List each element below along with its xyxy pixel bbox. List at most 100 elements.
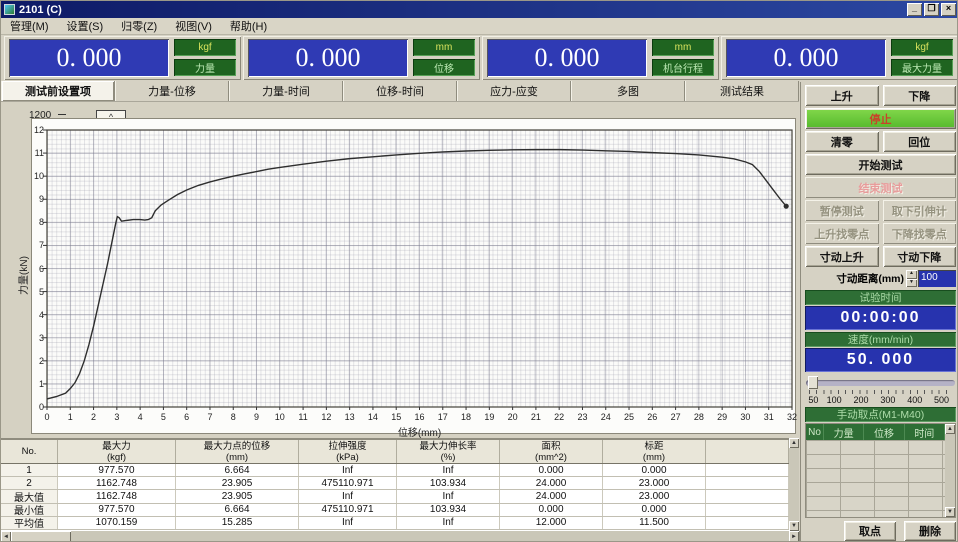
start-test-button[interactable]: 开始测试	[805, 154, 956, 175]
scroll-down-icon[interactable]: ▼	[789, 521, 799, 531]
y-tick-label: 5	[30, 287, 44, 297]
y-tick-label: 2	[30, 356, 44, 366]
y-tick-label: 1	[30, 379, 44, 389]
close-icon[interactable]: ×	[941, 3, 956, 16]
results-cell-blank	[706, 517, 789, 529]
x-tick-label: 25	[619, 412, 639, 422]
restore-icon[interactable]: ❐	[924, 3, 939, 16]
tab-6[interactable]: 测试结果	[685, 81, 799, 101]
x-tick-label: 4	[130, 412, 150, 422]
display-group-1: 0. 000mm位移	[243, 36, 480, 80]
results-cell: 475110.971	[299, 477, 397, 489]
return-button[interactable]: 回位	[883, 131, 957, 152]
stop-button[interactable]: 停止	[805, 108, 956, 129]
chart-x-axis-title: 位移(mm)	[380, 424, 460, 439]
x-tick-label: 21	[526, 412, 546, 422]
speed-slider-thumb[interactable]	[808, 376, 818, 389]
results-header-cell-3: 拉伸强度(kPa)	[299, 440, 397, 463]
delete-point-button[interactable]: 删除	[904, 521, 956, 541]
hscroll-thumb[interactable]	[11, 531, 71, 542]
results-cell: 15.285	[176, 517, 299, 529]
table-row: 最小值977.5706.664475110.971103.9340.0000.0…	[1, 504, 789, 517]
down-button[interactable]: 下降	[883, 85, 957, 106]
results-cell: Inf	[397, 490, 500, 502]
speed-slider-scale: 50100200300400500	[806, 394, 955, 405]
scrollbar-corner	[799, 531, 800, 542]
menu-item-4[interactable]: 帮助(H)	[221, 17, 276, 35]
scroll-right-icon[interactable]: ►	[789, 531, 799, 542]
results-column-title: 最大力伸长率	[419, 441, 476, 452]
results-column-unit: (kgf)	[107, 452, 126, 463]
display-unit-badge: kgf	[891, 39, 953, 56]
results-cell: Inf	[397, 517, 500, 529]
tab-1[interactable]: 力量-位移	[115, 81, 229, 101]
up-find-zero-button[interactable]: 上升找零点	[805, 223, 879, 244]
y-tick-label: 7	[30, 240, 44, 250]
up-button[interactable]: 上升	[805, 85, 879, 106]
tab-0[interactable]: 测试前设置项	[1, 81, 115, 101]
jog-distance-field[interactable]: 100	[918, 270, 956, 287]
end-test-button[interactable]: 结束测试	[805, 177, 956, 198]
results-header-cell-0: No.	[1, 440, 58, 463]
results-cell: 最大值	[1, 490, 58, 502]
scroll-up-icon[interactable]: ▲	[945, 424, 955, 434]
y-tick-label: 11	[30, 148, 44, 158]
x-tick-label: 14	[363, 412, 383, 422]
display-unit-badge: kgf	[174, 39, 236, 56]
manual-points-table-body[interactable]	[806, 440, 945, 517]
display-value: 0. 000	[248, 39, 408, 77]
window-title: 2101 (C)	[19, 4, 905, 16]
results-cell-blank	[706, 464, 789, 476]
results-cell: 平均值	[1, 517, 58, 529]
jog-up-button[interactable]: 寸动上升	[805, 246, 879, 267]
x-tick-label: 23	[572, 412, 592, 422]
x-tick-label: 9	[247, 412, 267, 422]
take-point-button[interactable]: 取点	[844, 521, 896, 541]
manual-points-scrollbar[interactable]: ▲ ▼	[945, 424, 955, 517]
results-cell: 0.000	[603, 504, 706, 516]
results-table: No.最大力(kgf)最大力点的位移(mm)拉伸强度(kPa)最大力伸长率(%)…	[1, 438, 789, 531]
menu-item-3[interactable]: 视图(V)	[166, 17, 221, 35]
table-row: 1977.5706.664InfInf0.0000.000	[1, 464, 789, 477]
menu-item-0[interactable]: 管理(M)	[1, 17, 58, 35]
down-find-zero-button[interactable]: 下降找零点	[883, 223, 957, 244]
results-cell: 0.000	[500, 464, 603, 476]
pause-test-button[interactable]: 暂停测试	[805, 200, 879, 221]
x-tick-label: 3	[107, 412, 127, 422]
tab-2[interactable]: 力量-时间	[229, 81, 343, 101]
app-icon	[4, 4, 15, 15]
results-cell: 1162.748	[58, 477, 176, 489]
jog-down-button[interactable]: 寸动下降	[883, 246, 957, 267]
display-value: 0. 000	[9, 39, 169, 77]
scroll-up-icon[interactable]: ▲	[789, 438, 799, 448]
results-cell: 977.570	[58, 464, 176, 476]
x-tick-label: 28	[689, 412, 709, 422]
tab-3[interactable]: 位移-时间	[343, 81, 457, 101]
points-column-2: 位移	[864, 424, 904, 440]
menu-item-2[interactable]: 归零(Z)	[112, 17, 166, 35]
tab-5[interactable]: 多图	[571, 81, 685, 101]
minimize-icon[interactable]: _	[907, 3, 922, 16]
clear-zero-button[interactable]: 清零	[805, 131, 879, 152]
results-column-unit: (mm)	[643, 452, 665, 463]
control-panel: 上升 下降 停止 清零 回位 开始测试 结束测试 暂停测试 取下引伸计 上升找零…	[800, 82, 958, 542]
results-cell: 23.000	[603, 490, 706, 502]
spinner-down-icon[interactable]: ▼	[906, 279, 917, 288]
speed-slider[interactable]	[806, 375, 955, 389]
y-tick-label: 10	[30, 171, 44, 181]
menu-item-1[interactable]: 设置(S)	[58, 17, 113, 35]
manual-points-table-header: No力量位移时间	[806, 424, 955, 440]
speed-slider-track[interactable]	[806, 380, 955, 386]
results-header-cell-1: 最大力(kgf)	[58, 440, 176, 463]
scroll-down-icon[interactable]: ▼	[945, 507, 955, 517]
scroll-left-icon[interactable]: ◄	[1, 531, 11, 542]
spinner-up-icon[interactable]: ▲	[906, 270, 917, 279]
jog-distance-stepper[interactable]: ▲ ▼	[906, 270, 917, 287]
results-cell: 1162.748	[58, 490, 176, 502]
tab-4[interactable]: 应力-应变	[457, 81, 571, 101]
results-horizontal-scrollbar[interactable]: ◄ ►	[1, 531, 799, 542]
remove-extensometer-button[interactable]: 取下引伸计	[883, 200, 957, 221]
x-tick-label: 11	[293, 412, 313, 422]
test-time-header: 试验时间	[805, 290, 956, 305]
results-vertical-scrollbar[interactable]: ▲ ▼	[789, 438, 799, 531]
